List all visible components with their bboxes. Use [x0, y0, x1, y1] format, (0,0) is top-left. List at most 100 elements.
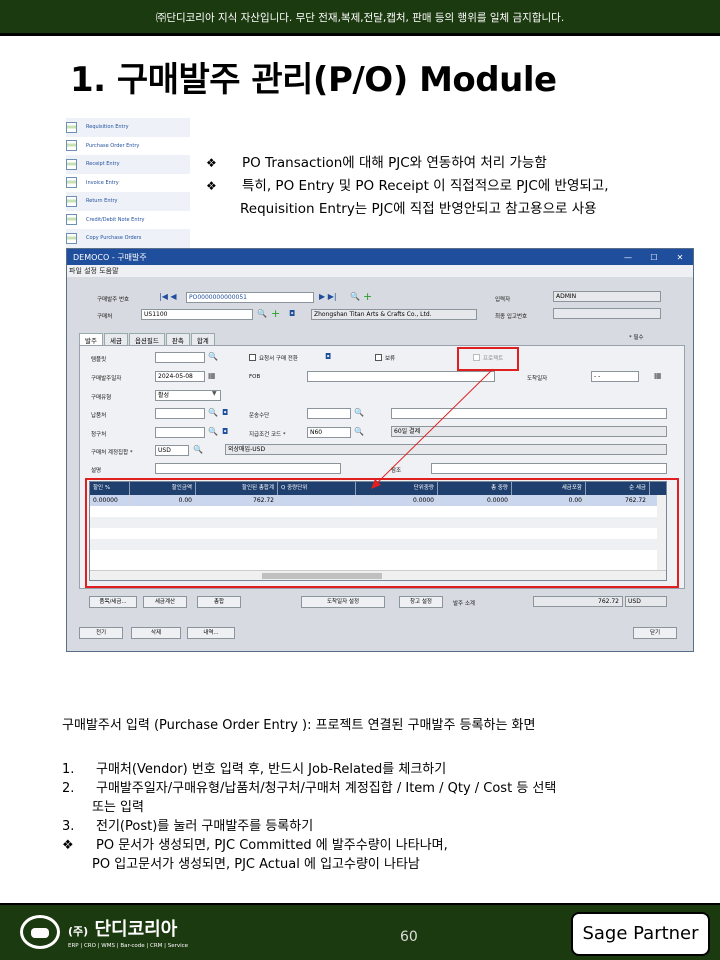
diamond-bullet-icon: ❖ — [206, 179, 217, 193]
vendor-name-field: Zhongshan Titan Arts & Crafts Co., Ltd. — [311, 309, 477, 320]
zoom-icon[interactable]: ◘ — [222, 408, 228, 417]
description-field[interactable] — [155, 463, 341, 474]
required-note: * 필수 — [629, 335, 644, 341]
footer: (주) 단디코리아 ERP | CRO | WMS | Bar-code | C… — [0, 903, 720, 960]
po-subtotal-label: 발주 소계 — [453, 601, 475, 607]
list-item: 3. 전기(Post)를 눌러 구매발주를 등록하기 — [62, 819, 314, 834]
form-icon — [66, 177, 77, 189]
copyright-notice: ㈜단디코리아 지식 자산입니다. 무단 전재,복제,전달,캡처, 판매 등의 행… — [0, 0, 720, 36]
calendar-icon[interactable]: ▦ — [208, 371, 216, 380]
post-button[interactable]: 전기 — [79, 627, 123, 639]
menu-item-copy-po[interactable]: Copy Purchase Orders — [66, 229, 190, 248]
window-titlebar: DEMOCO - 구매발주 — ☐ ✕ — [67, 249, 693, 265]
form-icon — [66, 195, 77, 207]
search-icon[interactable]: 🔍 — [350, 292, 360, 301]
grid-highlight-box — [85, 478, 679, 588]
search-icon[interactable]: 🔍 — [354, 408, 364, 417]
close-icon[interactable]: ✕ — [667, 253, 693, 262]
page-title: 1. 구매발주 관리(P/O) Module — [70, 60, 557, 100]
po-date-field[interactable]: 2024-05-08 — [155, 371, 205, 382]
menu-item-credit-debit[interactable]: Credit/Debit Note Entry — [66, 211, 190, 230]
po-entry-window: DEMOCO - 구매발주 — ☐ ✕ 파일 설정 도움말 구매발주 번호 |◀… — [66, 248, 694, 652]
zoom-icon[interactable]: ◘ — [325, 352, 331, 361]
totals-button[interactable]: 총합 — [197, 596, 241, 608]
ship-via-field[interactable] — [307, 408, 351, 419]
diamond-bullet-icon: ❖ — [206, 156, 217, 170]
search-icon[interactable]: 🔍 — [208, 352, 218, 361]
form-icon — [66, 232, 77, 244]
form-icon — [66, 121, 77, 133]
arrival-date-label: 도착일자 — [527, 376, 548, 382]
history-button[interactable]: 내역... — [187, 627, 235, 639]
fob-label: FOB — [249, 374, 261, 380]
sage-partner-logo: Sage Partner — [571, 912, 710, 956]
minimize-icon[interactable]: — — [615, 253, 641, 262]
close-button[interactable]: 닫기 — [633, 627, 677, 639]
req-convert-checkbox[interactable] — [249, 354, 256, 361]
template-label: 템플릿 — [91, 357, 107, 363]
form-icon — [66, 158, 77, 170]
last-receipt-field — [553, 308, 661, 319]
logo-mark-icon — [20, 915, 60, 949]
template-field[interactable] — [155, 352, 205, 363]
screen-description: 구매발주서 입력 (Purchase Order Entry ): 프로젝트 연… — [62, 718, 536, 733]
ship-via-label: 운송수단 — [249, 413, 270, 419]
list-item: 2. 구매발주일자/구매유형/납품처/청구처/구매처 계정집합 / Item / … — [62, 781, 557, 796]
po-menu-list: Requisition Entry Purchase Order Entry R… — [66, 118, 190, 248]
ship-to-label: 납품처 — [91, 413, 107, 419]
intro-bullets: ❖ PO Transaction에 대해 PJC와 연동하여 처리 가능함 ❖ 특히… — [206, 152, 609, 221]
set-arrival-date-button[interactable]: 도착일자 설정 — [301, 596, 385, 608]
description-label: 설명 — [91, 468, 102, 474]
items-tax-button[interactable]: 품목/세금... — [89, 596, 137, 608]
vendor-label: 구매처 — [97, 314, 113, 320]
vendor-account-set-label: 구매처 계정집합 * — [91, 450, 133, 456]
add-icon[interactable]: + — [271, 307, 280, 320]
chevron-down-icon[interactable]: ▼ — [212, 390, 217, 397]
po-subtotal-field: 762.72 — [533, 596, 623, 607]
terms-code-field[interactable]: N60 — [307, 427, 351, 438]
set-warehouse-button[interactable]: 창고 설정 — [399, 596, 443, 608]
currency-field: USD — [625, 596, 667, 607]
menu-item-purchase-order[interactable]: Purchase Order Entry — [66, 137, 190, 156]
page-number: 60 — [400, 929, 418, 945]
delete-button[interactable]: 삭제 — [131, 627, 181, 639]
entered-by-label: 입력자 — [495, 297, 511, 303]
bill-to-field[interactable] — [155, 427, 205, 438]
annotation-arrow — [371, 368, 494, 489]
calc-tax-button[interactable]: 세금계산 — [143, 596, 187, 608]
vendor-code-field[interactable]: US1100 — [141, 309, 253, 320]
bill-to-label: 청구처 — [91, 432, 107, 438]
hold-checkbox[interactable] — [375, 354, 382, 361]
zoom-icon[interactable]: ◘ — [222, 427, 228, 436]
ship-to-field[interactable] — [155, 408, 205, 419]
form-icon — [66, 140, 77, 152]
search-icon[interactable]: 🔍 — [208, 408, 218, 417]
menu-item-requisition[interactable]: Requisition Entry — [66, 118, 190, 137]
entered-by-field: ADMIN — [553, 291, 661, 302]
search-icon[interactable]: 🔍 — [257, 309, 267, 318]
list-item: ❖ PO 문서가 생성되면, PJC Committed 에 발주수량이 나타나며… — [62, 838, 448, 853]
search-icon[interactable]: 🔍 — [354, 427, 364, 436]
window-title: DEMOCO - 구매발주 — [73, 252, 147, 262]
terms-label: 지급조건 코드 * — [249, 432, 286, 438]
company-logo: (주) 단디코리아 ERP | CRO | WMS | Bar-code | C… — [20, 915, 188, 949]
add-icon[interactable]: + — [363, 290, 372, 303]
form-icon — [66, 214, 77, 226]
vendor-account-set-field[interactable]: USD — [155, 445, 189, 456]
menu-item-invoice[interactable]: Invoice Entry — [66, 174, 190, 193]
menu-item-return[interactable]: Return Entry — [66, 192, 190, 211]
list-item: 1. 구매처(Vendor) 번호 입력 후, 반드시 Job-Related를 … — [62, 762, 447, 777]
zoom-icon[interactable]: ◘ — [289, 309, 295, 318]
menu-item-receipt[interactable]: Receipt Entry — [66, 155, 190, 174]
search-icon[interactable]: 🔍 — [208, 427, 218, 436]
next-last-nav-icon[interactable]: ▶ ▶| — [319, 292, 337, 301]
maximize-icon[interactable]: ☐ — [641, 253, 667, 262]
calendar-icon[interactable]: ▦ — [654, 371, 662, 380]
window-menubar[interactable]: 파일 설정 도움말 — [67, 265, 693, 277]
hold-label: 보류 — [385, 356, 396, 362]
search-icon[interactable]: 🔍 — [193, 445, 203, 454]
arrival-date-field[interactable]: - - — [591, 371, 639, 382]
req-convert-label: 요청서 구매 전환 — [259, 356, 298, 362]
first-prev-nav-icon[interactable]: |◀ ◀ — [159, 292, 177, 301]
po-number-field[interactable]: PO0000000000051 — [186, 292, 314, 303]
